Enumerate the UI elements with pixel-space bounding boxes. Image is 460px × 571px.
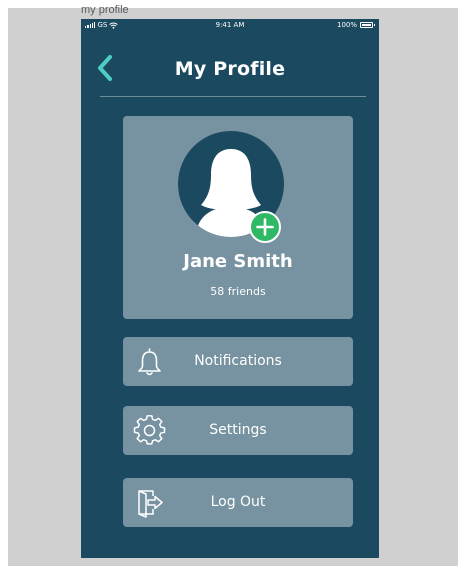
battery-percent: 100% [336, 21, 357, 29]
status-battery-group: 100% [336, 21, 375, 29]
nav-bar: My Profile [81, 33, 379, 95]
notifications-label: Notifications [194, 353, 282, 369]
friends-count[interactable]: 58 friends [123, 285, 353, 298]
page-title: My Profile [174, 58, 286, 80]
artboard-label: my profile [81, 4, 129, 16]
logout-button[interactable]: Log Out [123, 478, 353, 527]
nav-divider [100, 96, 366, 97]
plus-circle-icon [249, 211, 281, 243]
settings-label: Settings [209, 422, 267, 438]
profile-card: Jane Smith 58 friends [123, 116, 353, 319]
add-photo-button[interactable] [249, 211, 281, 243]
phone-screen: GS 9:41 AM 100% My Profile Jane Smith 58… [81, 19, 379, 558]
status-time: 9:41 AM [215, 21, 245, 29]
settings-button[interactable]: Settings [123, 406, 353, 455]
profile-name: Jane Smith [183, 251, 293, 272]
logout-label: Log Out [210, 494, 266, 510]
notifications-button[interactable]: Notifications [123, 337, 353, 386]
status-bar: GS 9:41 AM 100% [81, 19, 379, 33]
battery-icon [360, 22, 375, 28]
